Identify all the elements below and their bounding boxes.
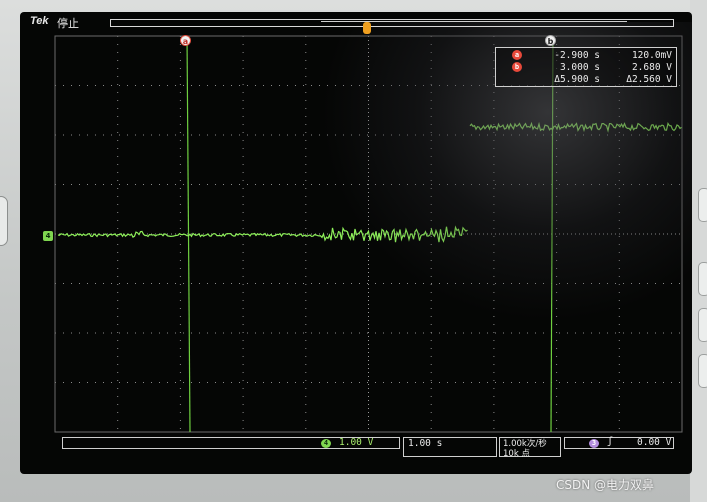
- readout-delta-voltage: Δ2.560 V: [626, 74, 672, 85]
- readout-badge-b: b: [512, 62, 522, 72]
- bezel-right-panel: [690, 0, 707, 502]
- channel-scale-box[interactable]: 4 1.00 V: [62, 437, 400, 449]
- readout-voltage-b: 2.680 V: [631, 62, 672, 73]
- trigger-level: 0.00 V: [637, 437, 672, 448]
- channel-volts-per-div: 1.00 V: [339, 437, 374, 448]
- readout-row-delta: Δ5.900 s Δ2.560 V: [496, 74, 678, 86]
- scope-screen: Tek 停止 a b 4 a -2.900 s 120.0mV b 3.000 …: [20, 12, 692, 474]
- timebase-box[interactable]: 1.00 s: [403, 437, 497, 457]
- status-bar: Tek 停止: [20, 12, 692, 30]
- trigger-box[interactable]: 3 ʃ 0.00 V: [564, 436, 674, 449]
- readout-voltage-a: 120.0mV: [631, 50, 672, 61]
- cursor-b-marker[interactable]: b: [545, 35, 556, 46]
- record-position-bar: [110, 19, 674, 27]
- side-menu-button-3[interactable]: [698, 308, 707, 342]
- readout-time-a: -2.900 s: [554, 50, 600, 61]
- cursor-a-marker[interactable]: a: [180, 35, 191, 46]
- readout-delta-time: Δ5.900 s: [554, 74, 600, 85]
- brand-logo: Tek: [30, 15, 49, 27]
- waveform-trace-high: [469, 121, 682, 133]
- left-bezel-knob[interactable]: [0, 196, 8, 246]
- watermark-text: CSDN @电力双鼻: [556, 478, 655, 492]
- rising-edge-icon: ʃ: [607, 436, 614, 447]
- trigger-position-marker[interactable]: [363, 22, 371, 34]
- readout-time-b: 3.000 s: [559, 62, 600, 73]
- timebase-scale: 1.00 s: [408, 438, 443, 449]
- channel-ground-marker[interactable]: 4: [43, 231, 53, 241]
- side-menu-button-4[interactable]: [698, 354, 707, 388]
- acquisition-box[interactable]: 1.00k次/秒 10k 点: [499, 437, 561, 459]
- cursor-readout-panel: a -2.900 s 120.0mV b 3.000 s 2.680 V Δ5.…: [495, 47, 677, 87]
- run-state-label: 停止: [57, 18, 79, 30]
- readout-row-a: a -2.900 s 120.0mV: [496, 50, 678, 62]
- readout-row-b: b 3.000 s 2.680 V: [496, 62, 678, 74]
- side-menu-button-2[interactable]: [698, 262, 707, 296]
- side-menu-button-1[interactable]: [698, 188, 707, 222]
- waveform-trace-low: [57, 225, 468, 243]
- readout-badge-a: a: [512, 50, 522, 60]
- scope-settings-bar: 4 1.00 V 1.00 s 1.00k次/秒 10k 点 3 ʃ 0.00 …: [20, 435, 692, 463]
- trigger-source-badge: 3: [589, 439, 599, 448]
- channel-badge: 4: [321, 439, 331, 448]
- record-length: 10k 点: [503, 449, 530, 459]
